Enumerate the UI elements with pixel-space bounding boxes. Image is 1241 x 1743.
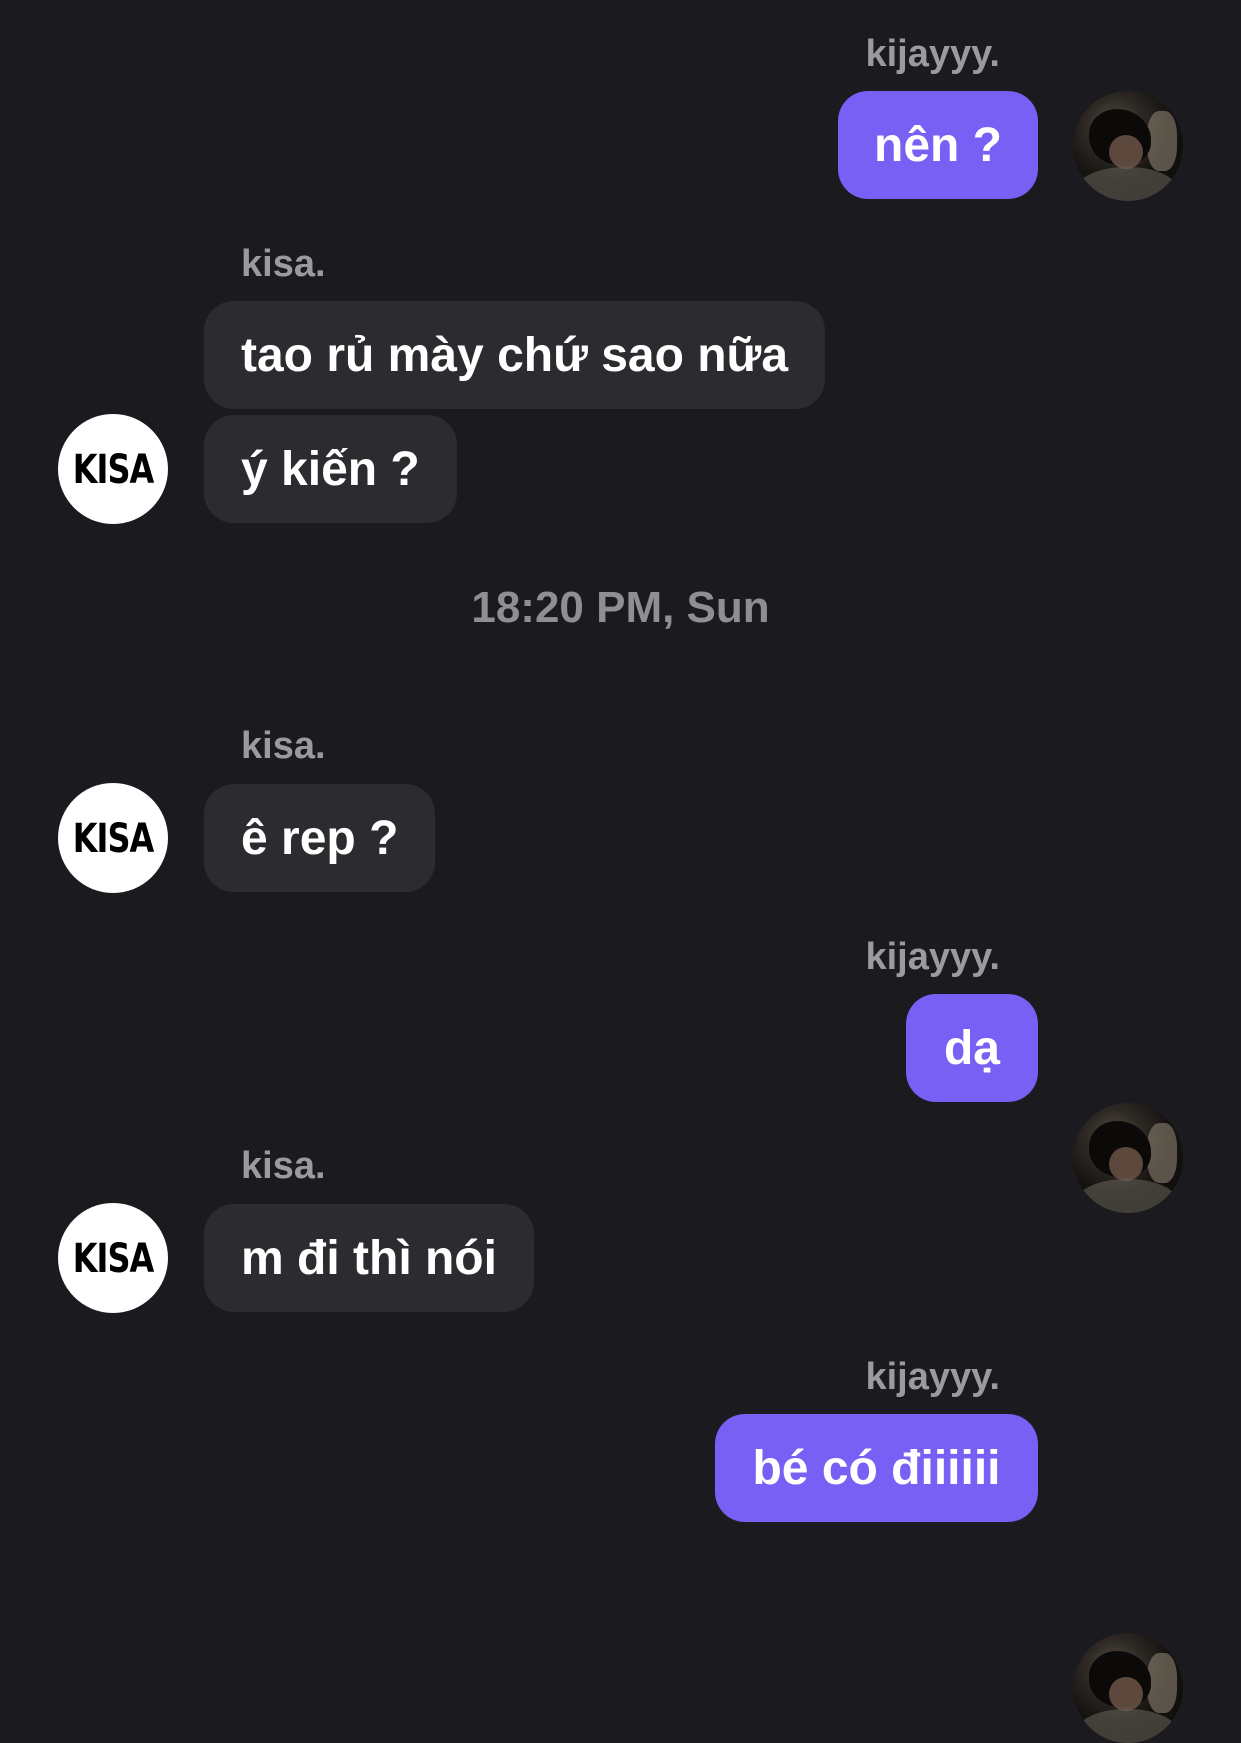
sender-name: kisa. bbox=[241, 725, 326, 767]
message-text: ê rep ? bbox=[241, 811, 399, 865]
timestamp-divider: 18:20 PM, Sun bbox=[471, 583, 770, 632]
sender-name: kijayyy. bbox=[865, 1356, 1000, 1398]
kisa-avatar[interactable]: KISA bbox=[58, 414, 168, 524]
kisa-logo: KISA bbox=[72, 814, 155, 862]
message-bubble-outgoing[interactable]: nên ? bbox=[838, 91, 1038, 199]
message-text: m đi thì nói bbox=[241, 1231, 497, 1285]
kisa-logo: KISA bbox=[72, 445, 155, 493]
message-text: tao rủ mày chứ sao nữa bbox=[241, 328, 789, 382]
message-text: nên ? bbox=[874, 118, 1002, 172]
sender-name: kijayyy. bbox=[865, 33, 1000, 75]
message-bubble-incoming[interactable]: ý kiến ? bbox=[204, 415, 457, 523]
message-text: bé có điiiiii bbox=[752, 1441, 1001, 1495]
sender-name: kijayyy. bbox=[865, 936, 1000, 978]
user-avatar[interactable] bbox=[1073, 91, 1183, 201]
kisa-avatar[interactable]: KISA bbox=[58, 783, 168, 893]
message-bubble-incoming[interactable]: ê rep ? bbox=[204, 784, 436, 892]
kisa-avatar[interactable]: KISA bbox=[58, 1203, 168, 1313]
message-bubble-incoming[interactable]: m đi thì nói bbox=[204, 1204, 534, 1312]
user-avatar[interactable] bbox=[1073, 1103, 1183, 1213]
message-text: ý kiến ? bbox=[241, 442, 420, 496]
user-avatar[interactable] bbox=[1073, 1633, 1183, 1743]
message-bubble-incoming[interactable]: tao rủ mày chứ sao nữa bbox=[204, 301, 826, 409]
sender-name: kisa. bbox=[241, 243, 326, 285]
message-bubble-outgoing[interactable]: bé có điiiiii bbox=[715, 1414, 1038, 1522]
kisa-logo: KISA bbox=[72, 1234, 155, 1282]
sender-name: kisa. bbox=[241, 1145, 326, 1187]
message-text: dạ bbox=[943, 1021, 1000, 1075]
message-bubble-outgoing[interactable]: dạ bbox=[906, 994, 1038, 1102]
